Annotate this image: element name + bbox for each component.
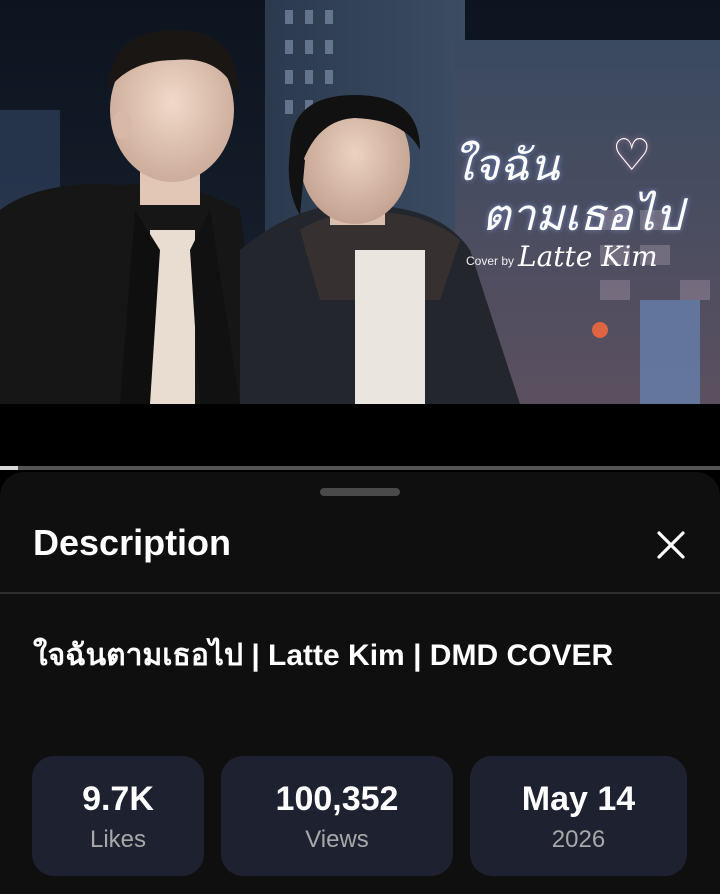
views-label: Views bbox=[305, 826, 369, 853]
views-stat: 100,352 Views bbox=[221, 756, 453, 876]
close-button[interactable] bbox=[650, 524, 692, 566]
video-title: ใจฉันตามเธอไป | Latte Kim | DMD COVER bbox=[33, 639, 614, 672]
video-letterbox bbox=[0, 404, 720, 470]
description-sheet: Description ใจฉันตามเธอไป | Latte Kim | … bbox=[0, 472, 720, 894]
drag-handle[interactable] bbox=[320, 488, 400, 496]
date-value: May 14 bbox=[521, 780, 636, 818]
video-player[interactable]: ใจฉัน ♡ ตามเธอไป Cover by Latte Kim bbox=[0, 0, 720, 404]
video-title-overlay: ใจฉัน ♡ ตามเธอไป Cover by Latte Kim bbox=[452, 130, 692, 290]
views-value: 100,352 bbox=[275, 780, 399, 818]
overlay-cover-label: Cover by bbox=[466, 254, 515, 268]
likes-value: 9.7K bbox=[82, 780, 154, 818]
likes-label: Likes bbox=[89, 826, 147, 853]
video-progress-fill bbox=[0, 466, 18, 470]
sheet-divider bbox=[0, 592, 720, 594]
close-icon bbox=[657, 531, 685, 559]
date-stat: May 14 2026 bbox=[470, 756, 687, 876]
heart-icon: ♡ bbox=[612, 131, 652, 180]
date-year: 2026 bbox=[551, 826, 606, 853]
sheet-title: Description bbox=[33, 522, 232, 563]
video-progress-bar[interactable] bbox=[0, 466, 720, 470]
overlay-artist: Latte Kim bbox=[518, 240, 658, 273]
likes-stat: 9.7K Likes bbox=[32, 756, 204, 876]
